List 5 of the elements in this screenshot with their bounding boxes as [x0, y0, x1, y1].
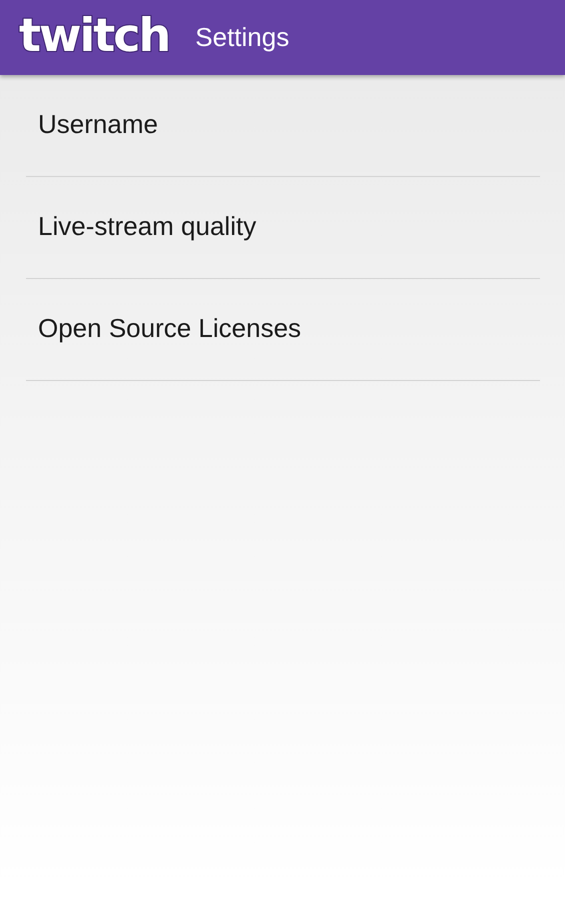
- page-title: Settings: [195, 21, 290, 54]
- settings-item[interactable]: Live-stream quality: [38, 207, 256, 246]
- settings-item[interactable]: Open Source Licenses: [38, 309, 302, 348]
- logo: twitch: [19, 12, 170, 58]
- settings-item[interactable]: Username: [38, 105, 158, 144]
